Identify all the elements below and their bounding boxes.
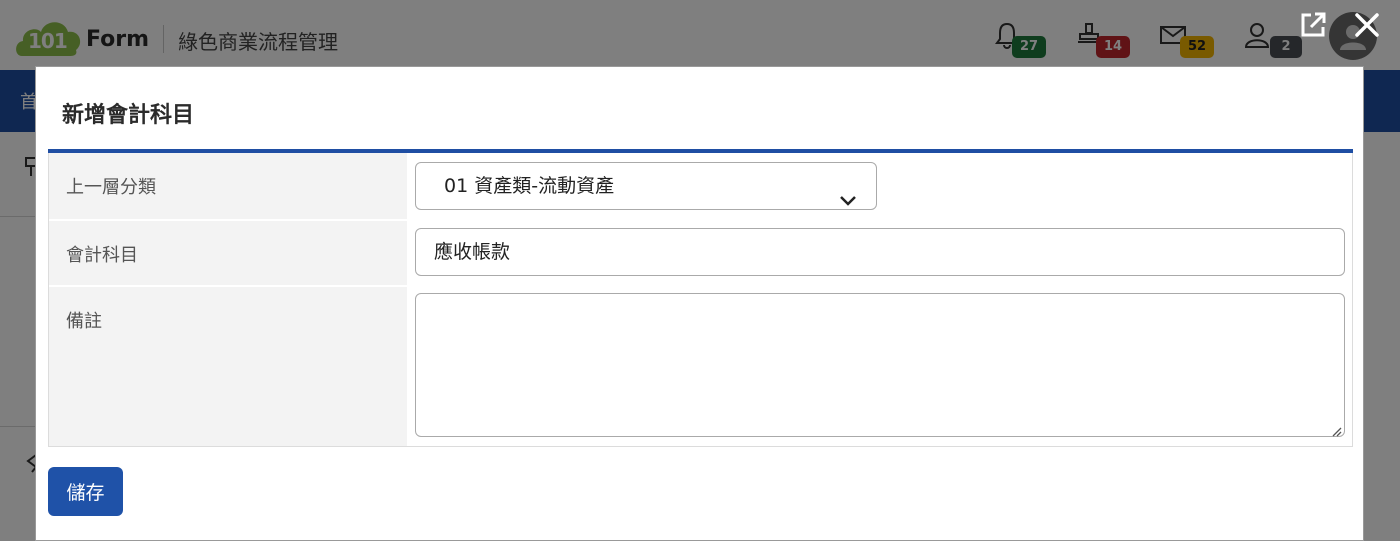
form-table: 上一層分類 會計科目 備註 01 資產類-流動資產 應收帳款 [48, 153, 1353, 447]
account-value: 應收帳款 [434, 241, 511, 263]
resize-grip-icon[interactable] [1330, 422, 1342, 437]
modal-dialog: 新增會計科目 上一層分類 會計科目 備註 01 資產類-流動資產 應收帳款 儲存 [35, 66, 1364, 541]
account-label: 會計科目 [49, 221, 407, 285]
parent-category-value: 01 資產類-流動資產 [444, 175, 615, 197]
close-icon[interactable] [1350, 8, 1384, 42]
parent-category-label: 上一層分類 [49, 153, 407, 219]
remarks-textarea[interactable] [415, 293, 1345, 437]
remarks-label: 備註 [49, 287, 407, 446]
parent-category-select[interactable]: 01 資產類-流動資產 [415, 162, 877, 210]
modal-title: 新增會計科目 [62, 103, 195, 128]
account-input[interactable]: 應收帳款 [415, 228, 1345, 276]
save-button[interactable]: 儲存 [48, 467, 123, 516]
popout-icon[interactable] [1296, 8, 1330, 42]
chevron-down-icon [838, 179, 858, 206]
